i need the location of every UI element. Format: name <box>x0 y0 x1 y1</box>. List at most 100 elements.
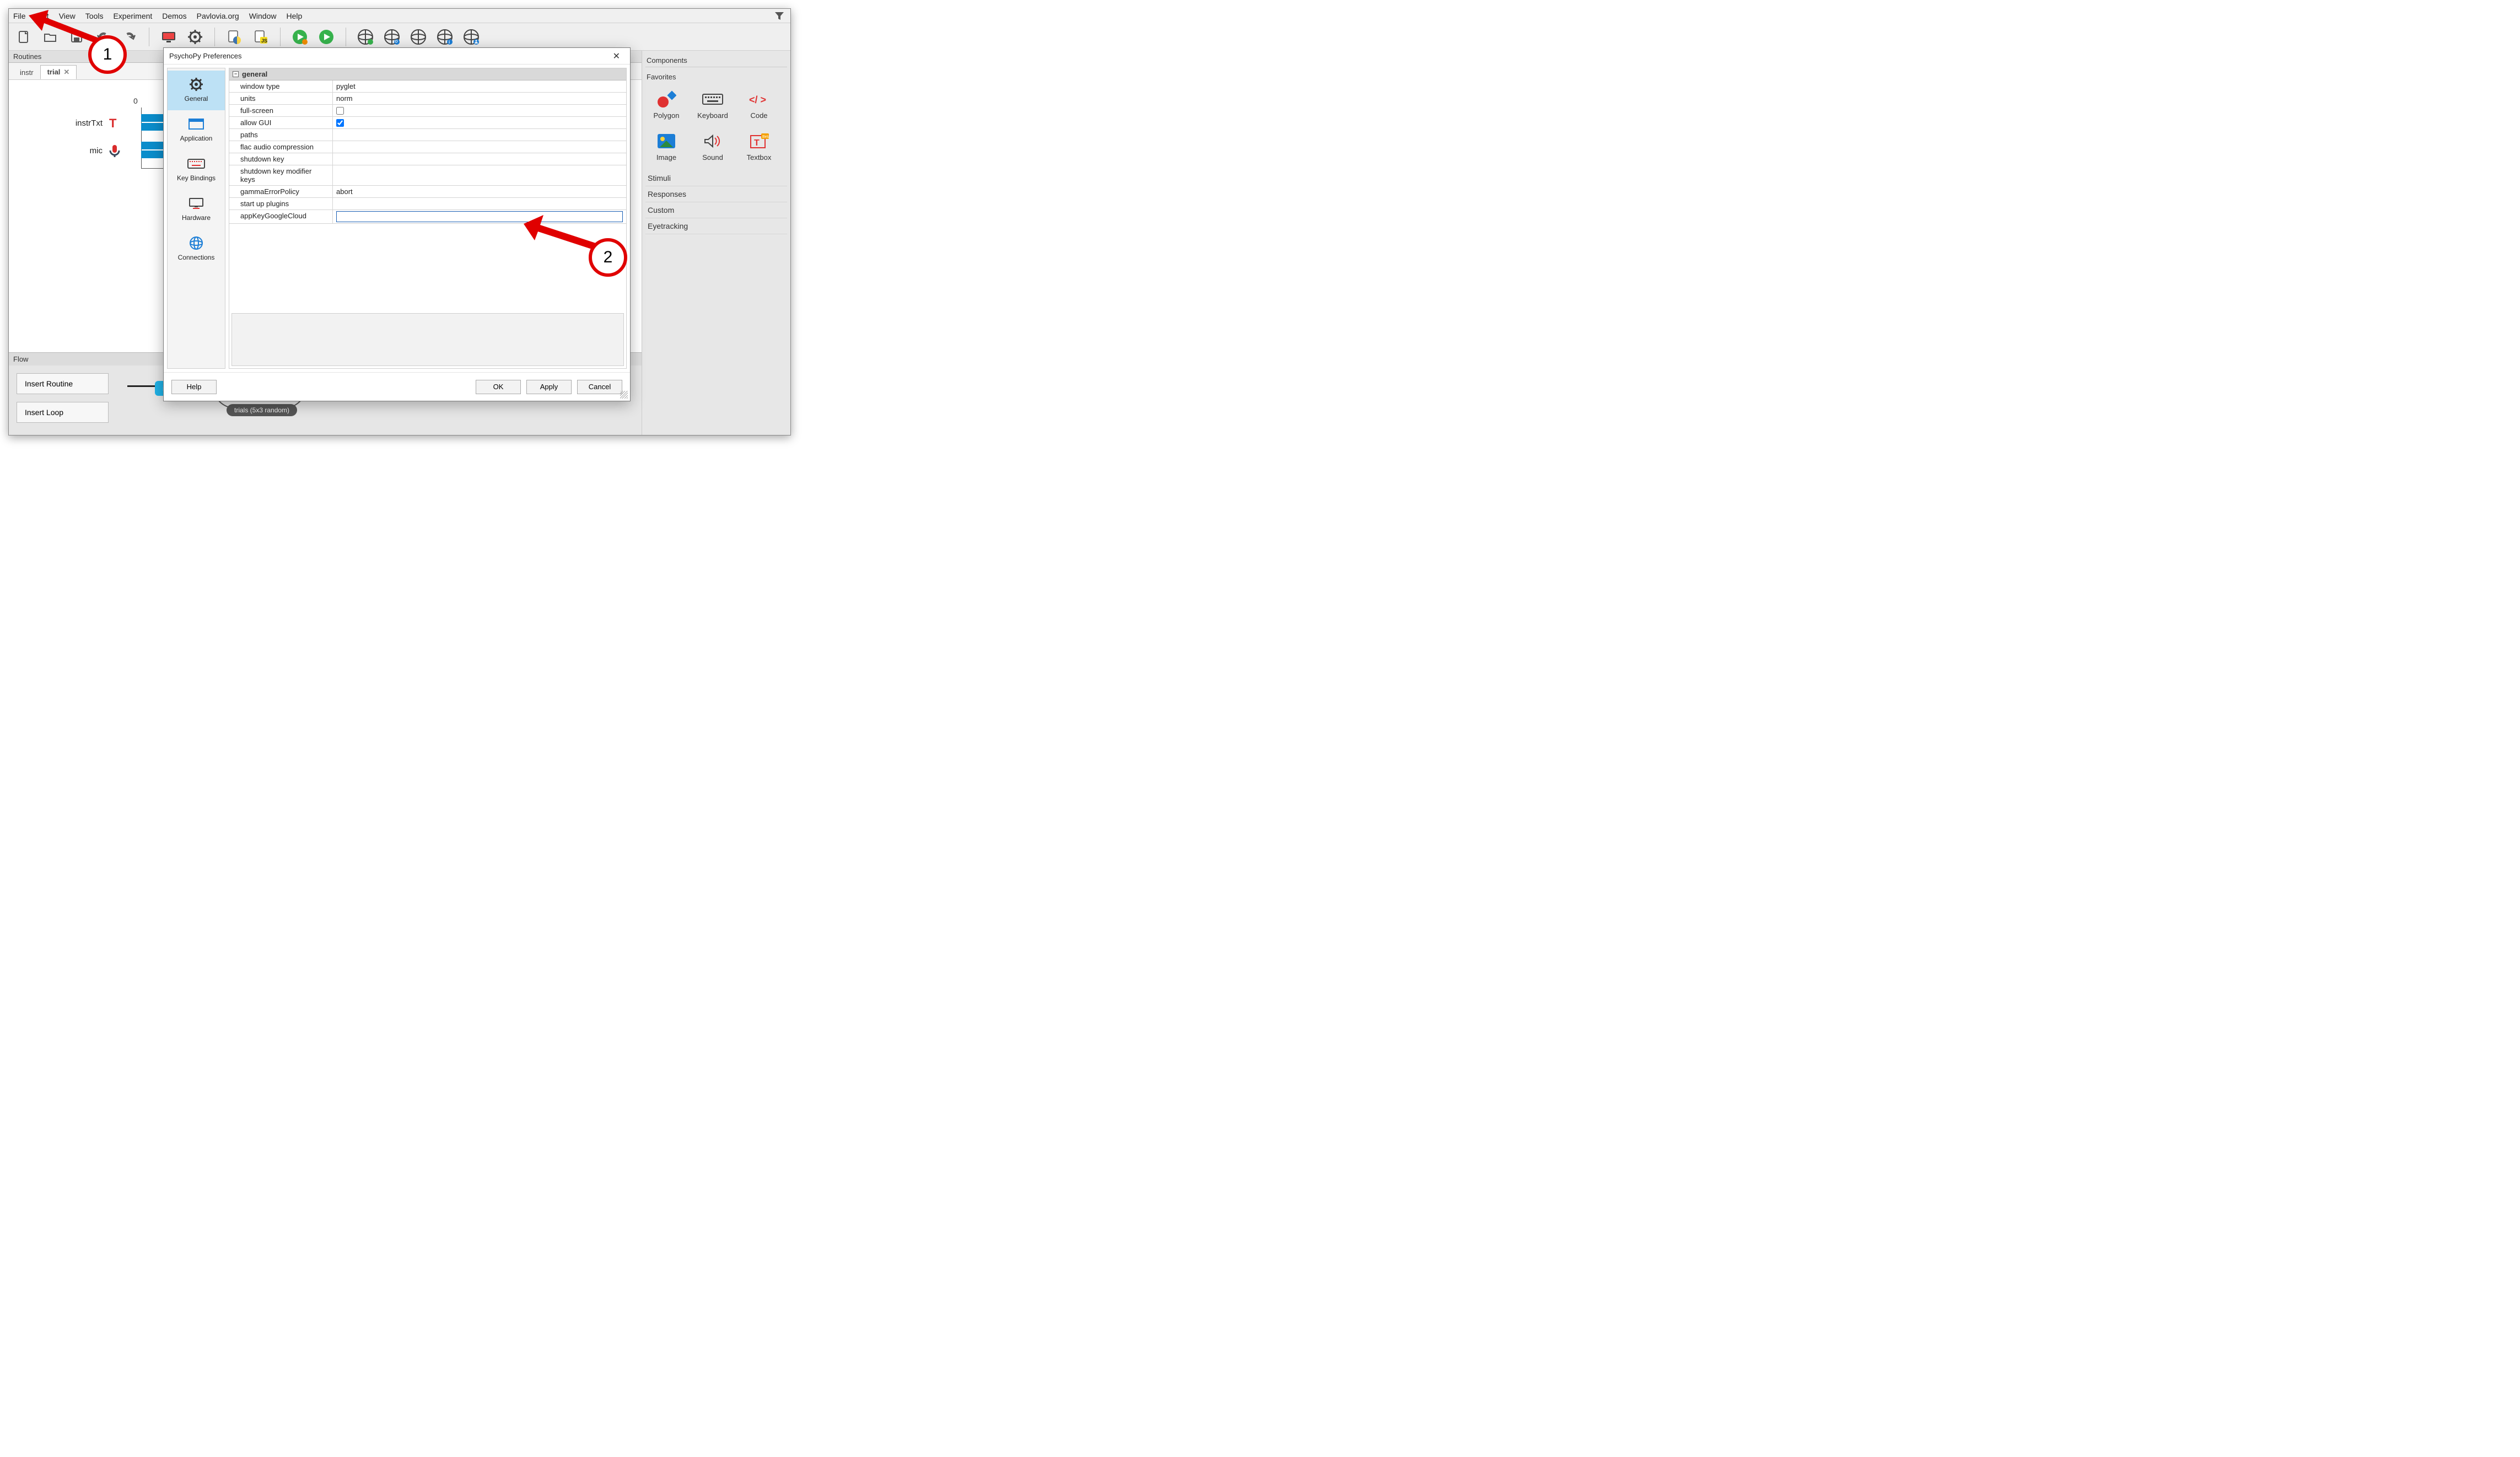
prefs-row-value[interactable] <box>333 129 626 141</box>
menu-pavlovia[interactable]: Pavlovia.org <box>197 12 239 20</box>
svg-text:</ >: </ > <box>749 94 766 105</box>
keyboard-icon <box>169 155 224 172</box>
pavlovia-sync-icon[interactable] <box>356 28 375 46</box>
dialog-close-button[interactable]: ✕ <box>609 50 624 63</box>
menu-experiment[interactable]: Experiment <box>113 12 152 20</box>
resize-grip[interactable] <box>620 391 628 399</box>
prefs-row[interactable]: window typepyglet <box>229 80 626 93</box>
prefs-row-value[interactable]: abort <box>333 186 626 197</box>
menu-help[interactable]: Help <box>286 12 302 20</box>
prefs-row-value[interactable] <box>333 198 626 209</box>
timeline-zero-label: 0 <box>133 96 138 105</box>
ok-button[interactable]: OK <box>476 380 521 394</box>
prefs-row[interactable]: paths <box>229 129 626 141</box>
menubar: File Edit View Tools Experiment Demos Pa… <box>9 9 790 23</box>
prefs-cat-general[interactable]: General <box>168 71 225 110</box>
prefs-row[interactable]: unitsnorm <box>229 93 626 105</box>
prefs-row-label: flac audio compression <box>229 141 333 153</box>
prefs-row-value[interactable] <box>333 105 626 116</box>
prefs-description-box <box>231 313 624 366</box>
compile-python-icon[interactable] <box>225 28 244 46</box>
globe-icon <box>169 235 224 251</box>
svg-text:T: T <box>754 138 760 148</box>
prefs-row-value[interactable]: norm <box>333 93 626 104</box>
cancel-button[interactable]: Cancel <box>577 380 622 394</box>
flow-loop-label[interactable]: trials (5x3 random) <box>227 404 297 416</box>
prefs-checkbox[interactable] <box>336 107 344 115</box>
compile-js-icon[interactable]: JS <box>251 28 270 46</box>
prefs-row-label: units <box>229 93 333 104</box>
prefs-cat-application[interactable]: Application <box>168 110 225 150</box>
insert-loop-button[interactable]: Insert Loop <box>17 402 109 423</box>
track-mic[interactable]: mic <box>53 139 122 162</box>
prefs-row-label: gammaErrorPolicy <box>229 186 333 197</box>
prefs-row[interactable]: shutdown key <box>229 153 626 165</box>
sound-component[interactable]: Sound <box>695 131 730 162</box>
prefs-row-value[interactable] <box>333 153 626 165</box>
track-instrtxt[interactable]: instrTxt T <box>53 112 122 134</box>
mic-icon <box>107 143 122 158</box>
experiment-settings-icon[interactable] <box>186 28 204 46</box>
category-custom[interactable]: Custom <box>645 202 787 218</box>
toolbar-separator <box>214 28 215 46</box>
window-icon <box>169 116 224 132</box>
prefs-row[interactable]: shutdown key modifier keys <box>229 165 626 186</box>
prefs-row[interactable]: full-screen <box>229 105 626 117</box>
prefs-row-label: full-screen <box>229 105 333 116</box>
keyboard-component[interactable]: Keyboard <box>695 89 730 120</box>
toolbar: JS i <box>9 23 790 51</box>
textbox-component[interactable]: TBetaTextbox <box>741 131 777 162</box>
prefs-row-label: shutdown key <box>229 153 333 165</box>
prefs-group-general[interactable]: − general <box>229 68 626 80</box>
prefs-cat-connections[interactable]: Connections <box>168 229 225 269</box>
svg-text:JS: JS <box>261 38 267 44</box>
menu-demos[interactable]: Demos <box>162 12 186 20</box>
prefs-row[interactable]: gammaErrorPolicyabort <box>229 186 626 198</box>
annotation-marker-2: 2 <box>589 238 627 277</box>
prefs-row-value[interactable] <box>333 165 626 185</box>
text-icon: T <box>107 115 122 131</box>
monitor-center-icon[interactable] <box>159 28 178 46</box>
prefs-row[interactable]: allow GUI <box>229 117 626 129</box>
menu-window[interactable]: Window <box>249 12 277 20</box>
category-stimuli[interactable]: Stimuli <box>645 170 787 186</box>
prefs-row-value[interactable] <box>333 117 626 128</box>
apply-button[interactable]: Apply <box>526 380 572 394</box>
prefs-row[interactable]: start up plugins <box>229 198 626 210</box>
help-button[interactable]: Help <box>171 380 217 394</box>
pavlovia-search-icon[interactable] <box>383 28 401 46</box>
filter-icon[interactable] <box>775 12 784 21</box>
prefs-row[interactable]: flac audio compression <box>229 141 626 153</box>
code-component[interactable]: </ >Code <box>741 89 777 120</box>
insert-routine-button[interactable]: Insert Routine <box>17 373 109 394</box>
pavlovia-globe-icon[interactable] <box>409 28 428 46</box>
pavlovia-info-icon[interactable]: i <box>435 28 454 46</box>
gear-icon <box>169 76 224 93</box>
image-component[interactable]: Image <box>649 131 684 162</box>
prefs-row-label: start up plugins <box>229 198 333 209</box>
tab-trial[interactable]: trial✕ <box>40 65 77 79</box>
prefs-row-label: appKeyGoogleCloud <box>229 210 333 223</box>
menu-file[interactable]: File <box>13 12 26 20</box>
prefs-row-value[interactable] <box>333 141 626 153</box>
pilot-run-icon[interactable] <box>290 28 309 46</box>
prefs-cat-keybindings[interactable]: Key Bindings <box>168 150 225 190</box>
close-icon[interactable]: ✕ <box>63 68 69 76</box>
components-panel: Components Favorites Polygon Keyboard </… <box>642 51 790 435</box>
collapse-icon[interactable]: − <box>233 71 239 77</box>
tab-instr[interactable]: instr <box>13 66 40 79</box>
prefs-cat-hardware[interactable]: Hardware <box>168 190 225 229</box>
polygon-component[interactable]: Polygon <box>649 89 684 120</box>
category-eyetracking[interactable]: Eyetracking <box>645 218 787 234</box>
prefs-row-label: shutdown key modifier keys <box>229 165 333 185</box>
run-icon[interactable] <box>317 28 336 46</box>
category-responses[interactable]: Responses <box>645 186 787 202</box>
pavlovia-user-icon[interactable] <box>462 28 481 46</box>
prefs-checkbox[interactable] <box>336 119 344 127</box>
dialog-titlebar: PsychoPy Preferences ✕ <box>164 48 630 64</box>
components-header: Components <box>645 54 787 67</box>
prefs-row-value[interactable]: pyglet <box>333 80 626 92</box>
prefs-row-label: window type <box>229 80 333 92</box>
prefs-row-label: paths <box>229 129 333 141</box>
prefs-category-sidebar: General Application Key Bindings Hardwar… <box>167 68 225 369</box>
